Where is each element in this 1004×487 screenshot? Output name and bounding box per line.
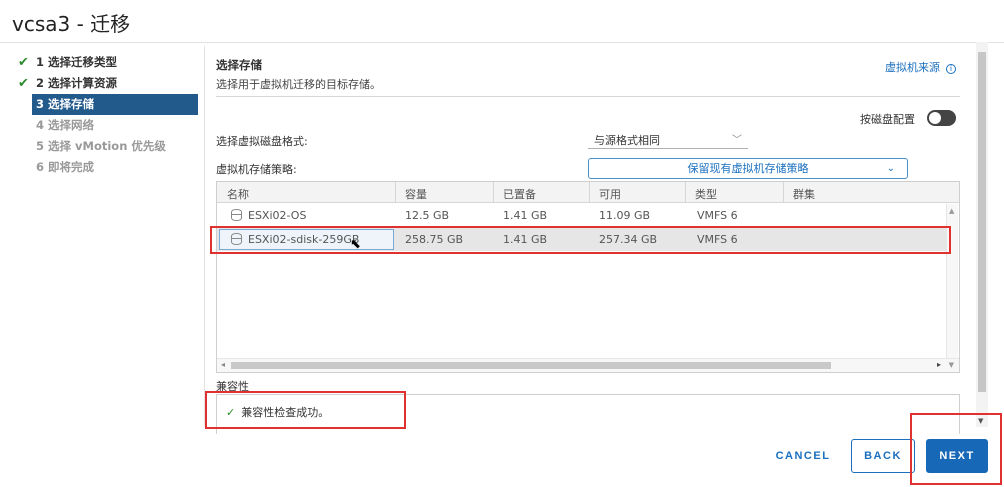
column-divider[interactable] xyxy=(493,182,494,203)
col-header-name[interactable]: 名称 xyxy=(227,186,249,202)
disk-format-label: 选择虚拟磁盘格式: xyxy=(216,135,308,148)
row-free: 11.09 GB xyxy=(599,209,651,222)
page-vertical-scrollbar[interactable]: ▼ xyxy=(976,42,988,427)
step-ready-to-complete: 6 即将完成 xyxy=(14,157,202,178)
step-label: 选择 vMotion 优先级 xyxy=(48,139,166,153)
vm-origin-label: 虚拟机来源 xyxy=(885,61,940,74)
section-title: 选择存储 xyxy=(216,58,262,72)
step-label: 即将完成 xyxy=(48,160,95,174)
info-icon[interactable]: i xyxy=(946,64,956,74)
step-label: 选择迁移类型 xyxy=(48,55,118,69)
window-title: vcsa3 - 迁移 xyxy=(12,12,131,36)
toggle-knob xyxy=(929,112,941,124)
step-number: 1 xyxy=(36,55,45,69)
vm-origin-link[interactable]: 虚拟机来源 i xyxy=(885,59,956,75)
row-name: ESXi02-OS xyxy=(231,209,306,222)
per-disk-config-label: 按磁盘配置 xyxy=(860,113,915,126)
highlight-compat xyxy=(205,391,406,429)
wizard-steps: ✔ 1 选择迁移类型 ✔ 2 选择计算资源 3 选择存储 4 选择网络 5 选择… xyxy=(14,52,202,178)
section-subtitle: 选择用于虚拟机迁移的目标存储。 xyxy=(216,78,381,91)
table-header: 名称 容量 已置备 可用 类型 群集 xyxy=(217,182,959,203)
scroll-up-icon[interactable]: ▲ xyxy=(949,207,954,215)
cancel-button[interactable]: CANCEL xyxy=(768,439,838,473)
step-number: 6 xyxy=(36,160,45,174)
step-select-storage[interactable]: 3 选择存储 xyxy=(32,94,198,115)
scroll-left-icon[interactable]: ◂ xyxy=(221,360,225,369)
disk-format-value: 与源格式相同 xyxy=(594,134,660,147)
mouse-cursor-icon: ⬉ xyxy=(350,237,361,252)
table-horizontal-scrollbar[interactable]: ◂ ▸ ▼ xyxy=(217,358,959,372)
step-label: 选择存储 xyxy=(48,97,95,111)
step-select-compute-resource[interactable]: ✔ 2 选择计算资源 xyxy=(14,73,202,94)
col-header-cluster[interactable]: 群集 xyxy=(793,186,815,202)
chevron-down-icon: ⌄ xyxy=(886,163,895,174)
disk-format-select[interactable]: 与源格式相同 ﹀ xyxy=(588,129,748,149)
check-icon: ✔ xyxy=(18,55,29,70)
col-header-provisioned[interactable]: 已置备 xyxy=(503,186,536,202)
chevron-down-icon: ﹀ xyxy=(732,135,742,146)
row-type: VMFS 6 xyxy=(697,209,738,222)
storage-policy-value: 保留现有虚拟机存储策略 xyxy=(687,162,809,175)
highlight-selected-row xyxy=(210,226,951,254)
step-number: 5 xyxy=(36,139,45,153)
col-header-type[interactable]: 类型 xyxy=(695,186,717,202)
step-select-network: 4 选择网络 xyxy=(14,115,202,136)
row-provisioned: 1.41 GB xyxy=(503,209,548,222)
row-capacity: 12.5 GB xyxy=(405,209,450,222)
datastore-name: ESXi02-OS xyxy=(248,209,307,222)
column-divider[interactable] xyxy=(685,182,686,203)
column-divider[interactable] xyxy=(395,182,396,203)
scroll-down-icon[interactable]: ▼ xyxy=(949,361,954,369)
step-number: 3 xyxy=(36,97,45,111)
step-select-migration-type[interactable]: ✔ 1 选择迁移类型 xyxy=(14,52,202,73)
highlight-next xyxy=(910,413,1002,485)
datastore-table: 名称 容量 已置备 可用 类型 群集 ESXi02-OS 12.5 GB 1.4… xyxy=(216,181,960,373)
check-icon: ✔ xyxy=(18,76,29,91)
back-button[interactable]: BACK xyxy=(851,439,915,473)
col-header-capacity[interactable]: 容量 xyxy=(405,186,427,202)
step-label: 选择网络 xyxy=(48,118,95,132)
storage-policy-label: 虚拟机存储策略: xyxy=(216,163,297,176)
title-divider xyxy=(0,42,1004,43)
column-divider[interactable] xyxy=(783,182,784,203)
table-row[interactable]: ESXi02-OS 12.5 GB 1.41 GB 11.09 GB VMFS … xyxy=(217,204,947,227)
scroll-right-icon[interactable]: ▸ xyxy=(937,360,941,369)
col-header-free[interactable]: 可用 xyxy=(599,186,621,202)
step-label: 选择计算资源 xyxy=(48,76,118,90)
scrollbar-thumb[interactable] xyxy=(978,52,986,392)
step-select-vmotion-priority: 5 选择 vMotion 优先级 xyxy=(14,136,202,157)
per-disk-config-toggle[interactable] xyxy=(927,110,956,126)
scrollbar-thumb[interactable] xyxy=(231,362,831,369)
storage-policy-select[interactable]: 保留现有虚拟机存储策略 ⌄ xyxy=(588,158,908,179)
step-number: 2 xyxy=(36,76,45,90)
header-divider xyxy=(216,96,960,97)
step-number: 4 xyxy=(36,118,45,132)
column-divider[interactable] xyxy=(589,182,590,203)
datastore-icon xyxy=(231,209,242,221)
panel-divider xyxy=(204,46,205,426)
